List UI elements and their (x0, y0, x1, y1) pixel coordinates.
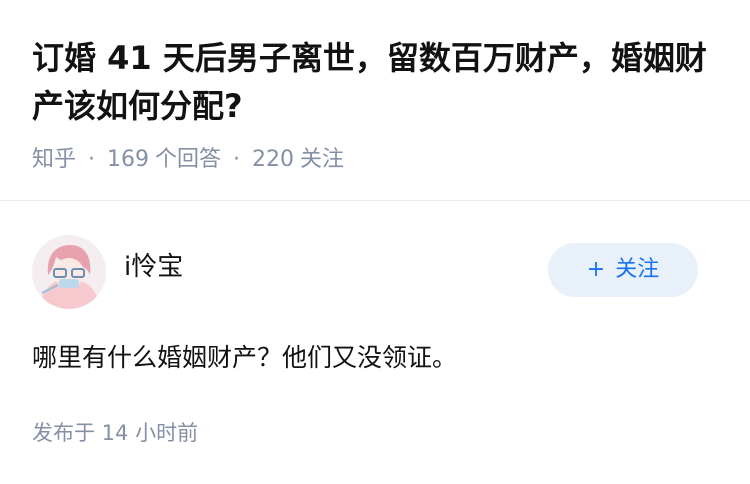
avatar-illustration (32, 235, 106, 309)
plus-icon: + (586, 257, 606, 282)
follow-button[interactable]: + 关注 (548, 243, 698, 297)
question-title[interactable]: 订婚 41 天后男子离世，留数百万财产，婚姻财产该如何分配? (32, 34, 722, 130)
follow-count: 220 (252, 147, 295, 172)
answer-content: 哪里有什么婚姻财产？他们又没领证。 (32, 343, 458, 372)
source-label: 知乎 (32, 147, 77, 172)
avatar[interactable] (32, 235, 106, 309)
question-header: 订婚 41 天后男子离世，留数百万财产，婚姻财产该如何分配? 知乎 · 169 个回答… (0, 0, 750, 200)
meta-separator: · (233, 147, 241, 172)
publish-time: 发布于 14 小时前 (32, 421, 199, 445)
meta-separator: · (88, 147, 96, 172)
author-name[interactable]: i怜宝 (124, 251, 183, 283)
answer-count-label: 个回答 (155, 147, 222, 172)
follow-count-label: 关注 (300, 147, 345, 172)
answer-card: i怜宝 + 关注 哪里有什么婚姻财产？他们又没领证。 发布于 14 小时前 (0, 201, 750, 484)
follow-button-label: 关注 (615, 257, 660, 282)
answer-count: 169 (107, 147, 150, 172)
question-meta: 知乎 · 169 个回答 · 220 关注 (32, 146, 344, 174)
